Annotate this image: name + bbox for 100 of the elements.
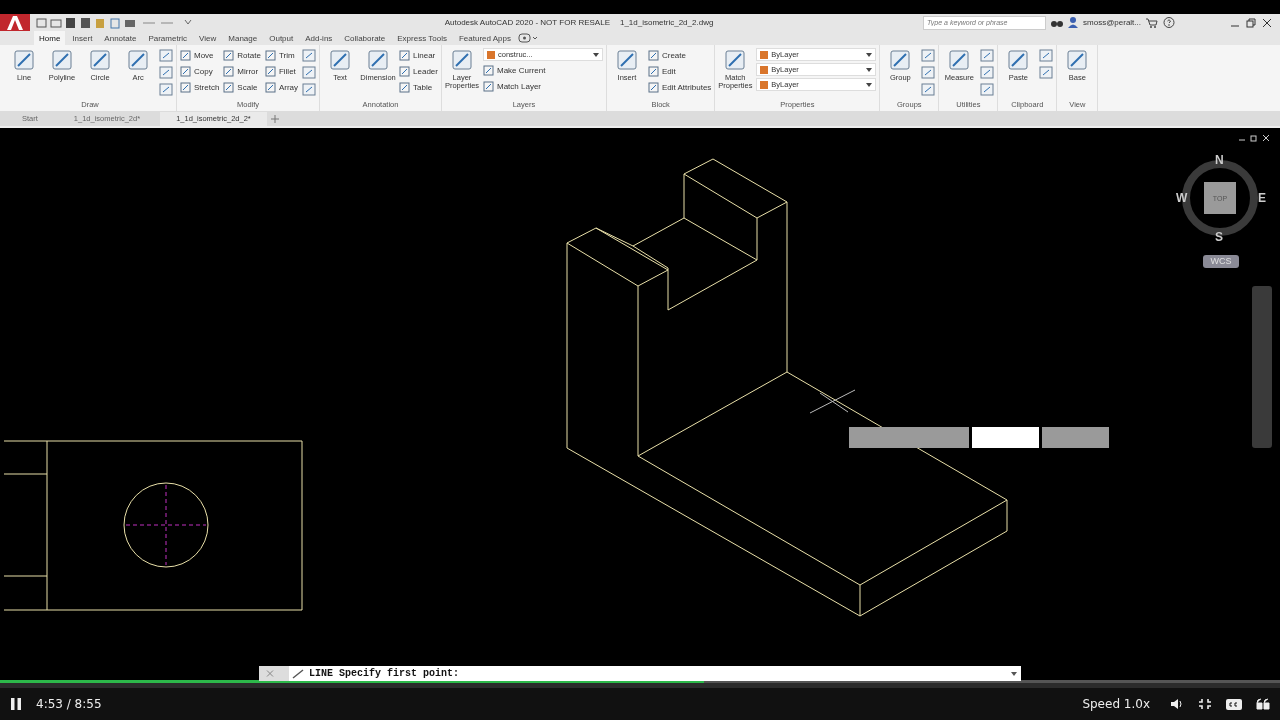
ribbon-button[interactable]: Create xyxy=(647,48,712,62)
volume-icon[interactable] xyxy=(1170,698,1184,710)
tool-icon[interactable] xyxy=(980,66,995,79)
caret-icon xyxy=(866,67,873,72)
input-field[interactable] xyxy=(1042,427,1109,448)
tool-icon xyxy=(12,48,36,72)
tool-icon xyxy=(482,80,494,92)
tool-icon[interactable] xyxy=(980,49,995,62)
ribbon-tab[interactable]: Featured Apps xyxy=(453,31,516,45)
tool-icon[interactable] xyxy=(159,83,173,96)
caret-icon xyxy=(866,52,873,57)
tool-icon xyxy=(449,48,474,72)
tool-icon xyxy=(614,48,639,72)
tool-icon[interactable] xyxy=(302,66,317,79)
tool-icon[interactable] xyxy=(921,49,936,62)
ribbon-button[interactable]: Trim xyxy=(264,48,299,62)
tool-icon xyxy=(366,48,391,72)
user-icon[interactable] xyxy=(1068,17,1079,28)
tool-icon[interactable] xyxy=(302,49,317,62)
ribbon-tab[interactable]: Parametric xyxy=(143,31,193,45)
tool-icon xyxy=(50,48,74,72)
ribbon-tab[interactable]: Manage xyxy=(223,31,263,45)
ribbon-tab[interactable]: Home xyxy=(34,31,66,45)
ribbon-button[interactable]: Make Current xyxy=(482,63,603,77)
input-field[interactable] xyxy=(972,427,1039,448)
tool-icon[interactable] xyxy=(921,66,936,79)
tool-icon xyxy=(126,48,150,72)
user-name[interactable]: smoss@peralt... xyxy=(1083,18,1141,27)
ribbon-tab[interactable]: Annotate xyxy=(99,31,142,45)
tool-icon xyxy=(223,81,235,93)
tool-icon[interactable] xyxy=(302,83,317,96)
tool-icon xyxy=(180,65,191,77)
input-field[interactable] xyxy=(849,427,969,448)
ribbon-button[interactable]: Fillet xyxy=(264,64,299,78)
playback-time: 4:53 / 8:55 xyxy=(36,697,102,711)
help-icon[interactable] xyxy=(1163,17,1175,28)
tool-icon xyxy=(180,49,191,61)
ribbon-button[interactable]: Move xyxy=(180,48,220,62)
tool-icon xyxy=(1065,48,1090,72)
ribbon-tab[interactable]: Collaborate xyxy=(339,31,391,45)
tool-icon[interactable] xyxy=(159,49,173,62)
ribbon-button[interactable]: Mirror xyxy=(223,64,261,78)
ribbon-button[interactable]: Match Layer xyxy=(482,79,603,93)
tool-icon xyxy=(88,48,112,72)
tool-icon xyxy=(264,65,276,77)
tool-icon[interactable] xyxy=(159,66,173,79)
ribbon-button[interactable]: Stretch xyxy=(180,80,220,94)
ribbon-button[interactable]: Leader xyxy=(399,64,438,78)
file-name: 1_1d_isometric_2d_2.dwg xyxy=(619,18,714,27)
quote-icon[interactable] xyxy=(1256,698,1270,710)
tool-icon xyxy=(180,81,191,93)
caret-icon xyxy=(592,52,599,57)
ribbon-tab[interactable]: Insert xyxy=(67,31,98,45)
pencil-icon xyxy=(292,668,306,679)
ribbon-button[interactable]: Edit Attributes xyxy=(647,80,712,94)
tool-icon xyxy=(223,65,235,77)
ribbon-button[interactable]: Table xyxy=(399,80,438,94)
tool-icon xyxy=(888,48,913,72)
ribbon-tab[interactable]: Output xyxy=(264,31,299,45)
progress-bar[interactable] xyxy=(0,680,1280,683)
ribbon-tab[interactable]: Express Tools xyxy=(392,31,452,45)
tool-icon[interactable] xyxy=(980,83,995,96)
cart-icon[interactable] xyxy=(1146,17,1158,28)
compass-label: S xyxy=(1215,231,1223,243)
tool-icon xyxy=(399,49,411,61)
ribbon-button[interactable]: Linear xyxy=(399,48,438,62)
ribbon-button[interactable]: Rotate xyxy=(223,48,261,62)
close-icon[interactable] xyxy=(1262,17,1272,28)
tool-icon xyxy=(647,65,659,77)
ribbon-button[interactable]: Array xyxy=(264,80,299,94)
add-icon[interactable] xyxy=(270,114,279,123)
compass-label: E xyxy=(1258,192,1266,204)
ribbon-tab[interactable]: View xyxy=(194,31,222,45)
app-menu-button[interactable] xyxy=(0,14,30,31)
tool-icon xyxy=(647,49,659,61)
compass-label: W xyxy=(1176,192,1188,204)
restore-icon[interactable] xyxy=(1250,134,1258,142)
tool-icon xyxy=(482,64,494,76)
tool-icon xyxy=(264,49,276,61)
ribbon-button[interactable]: Copy xyxy=(180,64,220,78)
captions-icon[interactable] xyxy=(1226,698,1242,710)
tool-icon xyxy=(1006,48,1031,72)
ribbon-button[interactable]: Edit xyxy=(647,64,712,78)
caret-icon xyxy=(866,82,873,87)
toggle-icon[interactable] xyxy=(517,33,538,43)
tool-icon xyxy=(947,48,972,72)
window-title: Autodesk AutoCAD 2020 - NOT FOR RESALE xyxy=(444,18,610,27)
restore-icon[interactable] xyxy=(1246,17,1256,28)
ribbon-button[interactable]: Scale xyxy=(223,80,261,94)
tool-icon xyxy=(399,81,411,93)
crosshair-cursor xyxy=(809,389,856,414)
exit-fullscreen-icon[interactable] xyxy=(1198,698,1212,710)
tool-icon xyxy=(223,49,235,61)
ribbon-tab[interactable]: Add-ins xyxy=(300,31,338,45)
caret-icon[interactable] xyxy=(1011,671,1017,676)
tool-icon[interactable] xyxy=(921,83,936,96)
tool-icon[interactable] xyxy=(1039,49,1054,62)
tool-icon[interactable] xyxy=(1039,66,1054,79)
pause-icon[interactable] xyxy=(10,697,22,711)
speed-button[interactable]: Speed 1.0x xyxy=(1082,697,1150,711)
